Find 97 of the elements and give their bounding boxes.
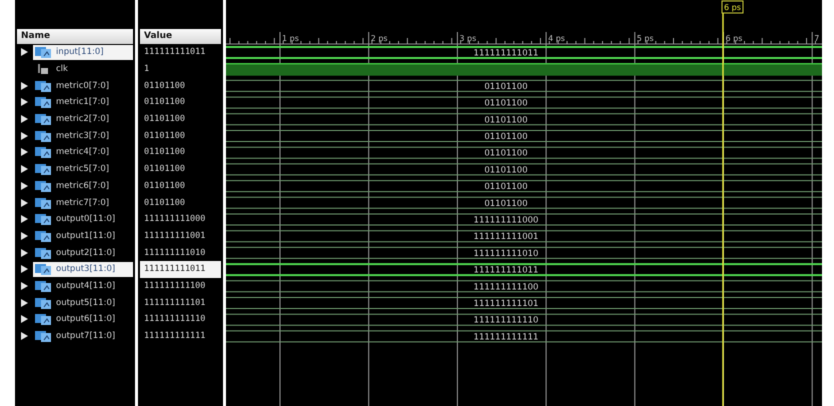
bus-value-label: 111111111001 xyxy=(474,232,538,242)
bus-value-label: 111111111101 xyxy=(474,299,538,309)
bus-signal-icon xyxy=(35,296,51,309)
expand-arrow-icon[interactable] xyxy=(21,148,28,156)
signal-name[interactable]: output7[11:0] xyxy=(56,331,116,342)
bus-signal-icon xyxy=(35,163,51,176)
expand-arrow-icon[interactable] xyxy=(21,48,28,56)
expand-arrow-icon[interactable] xyxy=(21,165,28,174)
expand-arrow-icon[interactable] xyxy=(21,82,28,90)
bus-value-label: 01101100 xyxy=(484,148,528,159)
expand-arrow-icon[interactable] xyxy=(21,298,28,307)
signal-name[interactable]: output2[11:0] xyxy=(56,248,116,258)
time-label: 3 ps xyxy=(459,34,476,43)
bus-value-label: 01101100 xyxy=(484,165,528,176)
expand-arrow-icon[interactable] xyxy=(21,332,28,340)
bus-signal-icon xyxy=(35,113,51,126)
bus-signal-icon xyxy=(35,96,51,108)
signal-name[interactable]: metric5[7:0] xyxy=(56,164,110,174)
signal-value: 111111111101 xyxy=(144,298,206,308)
signal-value: 111111111000 xyxy=(144,214,206,224)
signal-value: 111111111110 xyxy=(144,314,206,324)
time-label: 5 ps xyxy=(636,34,654,43)
signal-name[interactable]: metric4[7:0] xyxy=(56,147,110,158)
signal-value: 01101100 xyxy=(144,198,185,208)
signal-name[interactable]: metric0[7:0] xyxy=(56,80,110,91)
column-header[interactable]: Value xyxy=(140,29,221,44)
bus-signal-icon xyxy=(35,180,51,192)
signal-name[interactable]: metric6[7:0] xyxy=(56,180,110,191)
signal-name[interactable]: output1[11:0] xyxy=(56,230,116,241)
bus-signal-icon xyxy=(35,130,51,142)
bus-signal-icon xyxy=(35,230,51,242)
signal-value: 111111111011 xyxy=(144,264,206,274)
signal-name[interactable]: output5[11:0] xyxy=(56,298,116,308)
signal-name[interactable]: output6[11:0] xyxy=(56,314,116,324)
bus-signal-icon xyxy=(35,263,51,276)
signal-value: 111111111001 xyxy=(144,230,206,241)
bus-value-label: 111111111010 xyxy=(474,248,538,259)
signal-value: 01101100 xyxy=(144,130,185,141)
time-label: 2 ps xyxy=(370,34,388,43)
bus-value-label: 111111111110 xyxy=(474,316,538,326)
bus-value-label: 111111111000 xyxy=(474,216,538,226)
signal-value: 111111111100 xyxy=(144,280,206,291)
signal-value: 01101100 xyxy=(144,80,185,91)
expand-arrow-icon[interactable] xyxy=(21,182,28,190)
time-cursor[interactable] xyxy=(722,0,744,406)
signal-value: 01101100 xyxy=(144,97,185,108)
bus-value-label: 01101100 xyxy=(484,198,528,209)
bus-signal-icon xyxy=(35,80,51,92)
signal-name[interactable]: metric7[7:0] xyxy=(56,198,110,208)
time-label: 7 xyxy=(814,34,820,43)
column-header[interactable]: Name xyxy=(17,29,133,44)
bus-value-label: 01101100 xyxy=(484,132,528,142)
cursor-time-label: 6 ps xyxy=(724,3,741,12)
bus-signal-icon xyxy=(35,313,51,326)
signal-value: 01101100 xyxy=(144,164,185,174)
bus-value-label: 111111111011 xyxy=(474,48,538,58)
signal-name[interactable]: metric1[7:0] xyxy=(56,97,110,108)
time-label: 1 ps xyxy=(282,34,299,43)
bus-signal-icon xyxy=(35,46,51,58)
signal-name[interactable]: metric2[7:0] xyxy=(56,114,110,124)
signal-value: 01101100 xyxy=(144,180,185,191)
bus-value-label: 01101100 xyxy=(484,98,528,109)
signal-name[interactable]: output0[11:0] xyxy=(56,214,116,224)
signal-name[interactable]: metric3[7:0] xyxy=(56,130,110,141)
expand-arrow-icon[interactable] xyxy=(21,132,28,140)
signal-value: 01101100 xyxy=(144,147,185,158)
time-label: 4 ps xyxy=(548,34,565,43)
expand-arrow-icon[interactable] xyxy=(21,115,28,124)
bus-value-label: 111111111111 xyxy=(474,332,538,342)
signal-name[interactable]: output4[11:0] xyxy=(56,280,116,291)
bus-value-label: 01101100 xyxy=(484,115,528,126)
expand-arrow-icon[interactable] xyxy=(21,232,28,240)
signal-value: 111111111011 xyxy=(144,47,206,58)
bit-signal-icon xyxy=(35,63,51,76)
bus-value-label: 01101100 xyxy=(484,182,528,192)
signal-value: 1 xyxy=(144,64,150,74)
bus-value-label: 111111111100 xyxy=(474,282,538,292)
signal-value: 111111111111 xyxy=(144,331,206,342)
expand-arrow-icon[interactable] xyxy=(21,248,28,257)
bus-signal-icon xyxy=(35,196,51,209)
bus-value-label: 111111111011 xyxy=(474,266,538,276)
bus-signal-icon xyxy=(35,246,51,259)
expand-arrow-icon[interactable] xyxy=(21,215,28,224)
bus-signal-icon xyxy=(35,213,51,226)
signal-value: 111111111010 xyxy=(144,248,206,258)
bus-value-label: 01101100 xyxy=(484,82,528,92)
bus-signal-icon xyxy=(35,330,51,342)
expand-arrow-icon[interactable] xyxy=(21,315,28,324)
time-label: 6 ps xyxy=(726,34,742,43)
bus-signal-icon xyxy=(35,280,51,292)
bus-signal-icon xyxy=(35,146,51,158)
signal-value: 01101100 xyxy=(144,114,185,124)
expand-arrow-icon[interactable] xyxy=(21,98,28,106)
signal-name[interactable]: clk xyxy=(56,64,68,74)
expand-arrow-icon[interactable] xyxy=(21,265,28,274)
expand-arrow-icon[interactable] xyxy=(21,198,28,207)
expand-arrow-icon[interactable] xyxy=(21,282,28,290)
